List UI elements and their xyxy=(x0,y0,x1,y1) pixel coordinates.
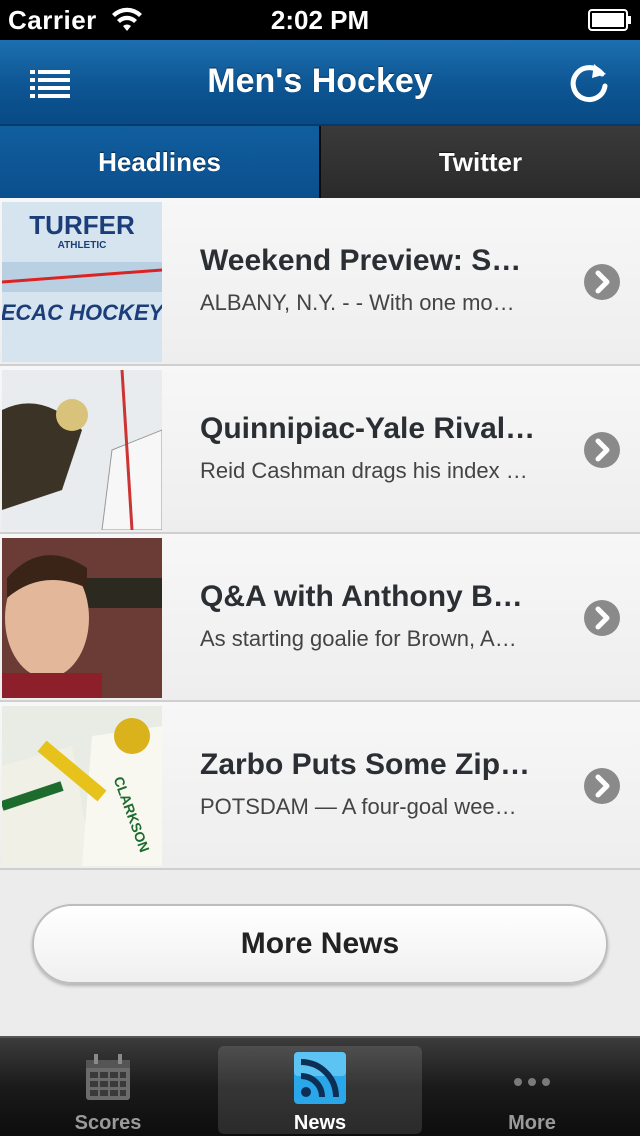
chevron-right-icon[interactable] xyxy=(584,264,620,300)
tabbar-label: More xyxy=(508,1112,556,1134)
thumb-sponsor-sub-text: ATHLETIC xyxy=(58,240,107,251)
refresh-icon[interactable] xyxy=(566,60,612,106)
rss-icon xyxy=(294,1052,346,1104)
news-thumbnail xyxy=(2,370,162,530)
news-summary: As starting goalie for Brown, A… xyxy=(200,626,517,651)
news-summary: ALBANY, N.Y. - - With one mo… xyxy=(200,290,515,315)
tabbar-item-scores[interactable]: Scores xyxy=(6,1046,210,1134)
news-thumbnail: CLARKSON xyxy=(2,706,162,866)
more-news-area: More News xyxy=(0,870,640,1036)
tabbar-item-more[interactable]: More xyxy=(430,1046,634,1134)
news-summary: POTSDAM — A four-goal wee… xyxy=(200,794,517,819)
news-row[interactable]: CLARKSON Zarbo Puts Some Zip… POTSDAM — … xyxy=(0,702,640,870)
calendar-icon xyxy=(86,1054,130,1100)
segmented-tabs: Headlines Twitter xyxy=(0,126,640,198)
tab-headlines[interactable]: Headlines xyxy=(0,126,321,198)
chevron-right-icon[interactable] xyxy=(584,768,620,804)
chevron-right-icon[interactable] xyxy=(584,432,620,468)
tab-twitter[interactable]: Twitter xyxy=(321,126,640,198)
battery-icon xyxy=(588,9,631,31)
tabbar-label: News xyxy=(293,1112,347,1134)
tabbar-label: Scores xyxy=(74,1112,142,1134)
news-title: Weekend Preview: S… xyxy=(200,244,522,277)
thumb-sponsor-text: TURFER xyxy=(29,210,135,240)
chevron-right-icon[interactable] xyxy=(584,600,620,636)
tabbar-item-news[interactable]: News xyxy=(218,1046,422,1134)
tab-bar: Scores News More xyxy=(0,1036,640,1136)
news-row[interactable]: TURFER ATHLETIC ECAC HOCKEY Weekend Prev… xyxy=(0,198,640,366)
more-news-button[interactable]: More News xyxy=(32,904,608,984)
news-list: TURFER ATHLETIC ECAC HOCKEY Weekend Prev… xyxy=(0,198,640,870)
news-summary: Reid Cashman drags his index … xyxy=(200,458,528,483)
more-dots-icon xyxy=(514,1078,550,1086)
news-title: Quinnipiac-Yale Rival… xyxy=(200,412,536,445)
news-title: Zarbo Puts Some Zip… xyxy=(200,748,531,781)
status-bar: Carrier 2:02 PM xyxy=(0,0,640,40)
news-thumbnail xyxy=(2,538,162,698)
nav-bar: Men's Hockey xyxy=(0,40,640,126)
news-row[interactable]: Q&A with Anthony B… As starting goalie f… xyxy=(0,534,640,702)
news-thumbnail: TURFER ATHLETIC ECAC HOCKEY xyxy=(2,202,162,362)
status-time: 2:02 PM xyxy=(270,5,370,35)
news-title: Q&A with Anthony B… xyxy=(200,580,523,613)
news-row[interactable]: Quinnipiac-Yale Rival… Reid Cashman drag… xyxy=(0,366,640,534)
page-title: Men's Hockey xyxy=(207,62,433,100)
thumb-banner-text: ECAC HOCKEY xyxy=(2,300,162,325)
